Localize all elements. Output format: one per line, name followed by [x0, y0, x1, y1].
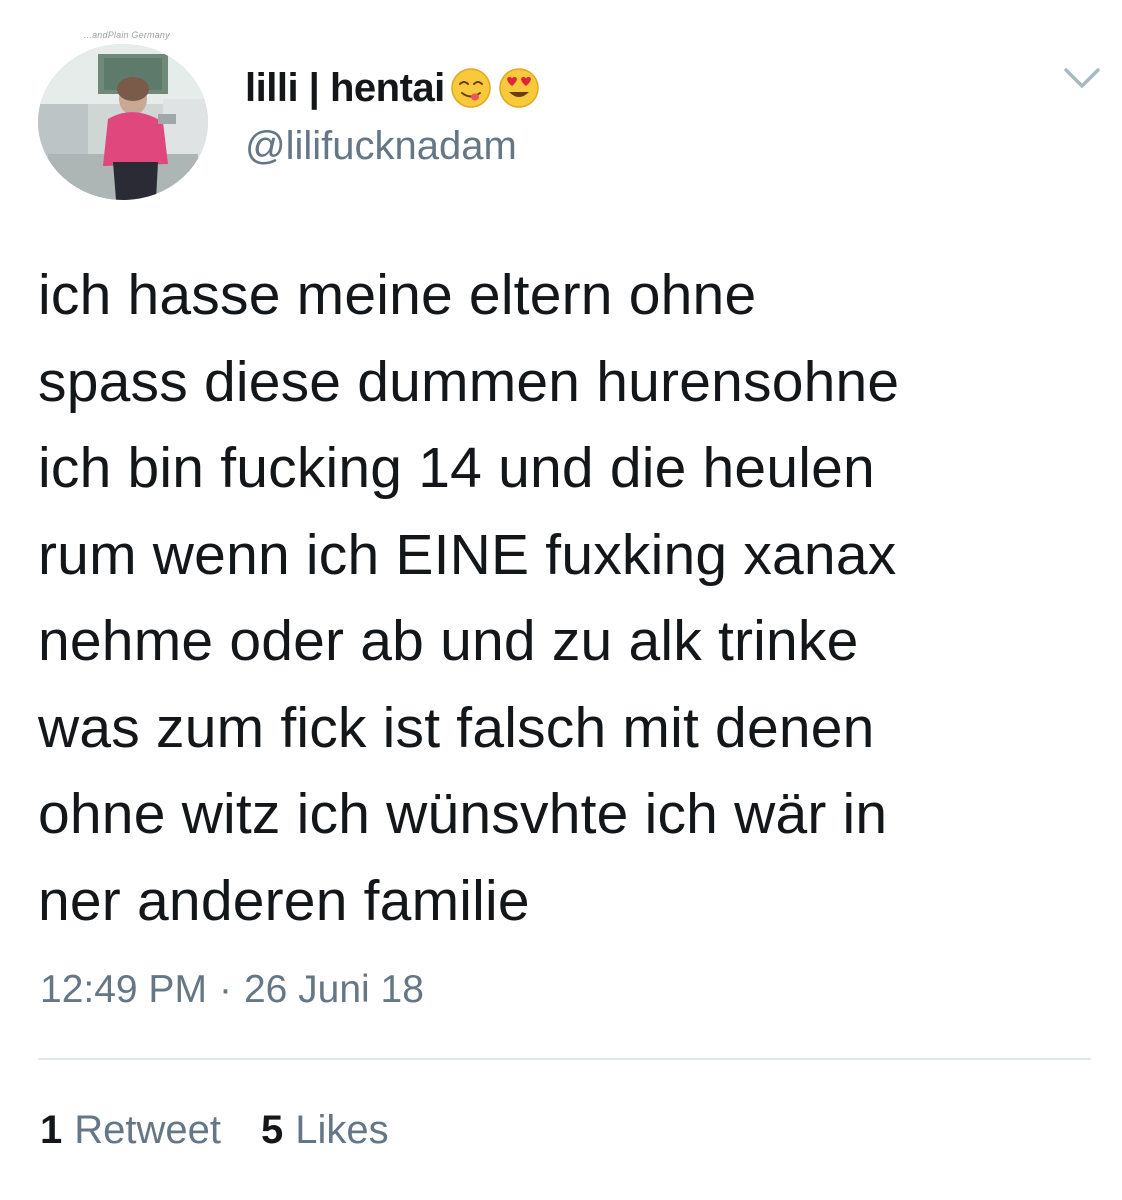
likes-label: Likes	[295, 1108, 389, 1152]
likes-count: 5	[261, 1108, 284, 1152]
retweets-label: Retweet	[74, 1108, 221, 1152]
avatar-photo	[38, 44, 208, 200]
tweet-stats: 1 Retweet 5 Likes	[40, 1108, 389, 1153]
tweet-text: ich hasse meine eltern ohne spass diese …	[38, 263, 900, 933]
user-handle[interactable]: @lilifucknadam	[245, 124, 517, 169]
retweets-stat[interactable]: 1 Retweet	[40, 1108, 221, 1153]
likes-stat[interactable]: 5 Likes	[261, 1108, 389, 1153]
display-name[interactable]: lilli | hentai	[245, 66, 445, 111]
chevron-down-icon[interactable]	[1060, 58, 1104, 98]
divider	[38, 1058, 1091, 1060]
avatar[interactable]	[38, 44, 208, 200]
tweet-time[interactable]: 12:49 PM	[40, 968, 207, 1012]
tweet-timestamp[interactable]: 12:49 PM · 26 Juni 18	[40, 968, 424, 1012]
avatar-watermark: ...andPlain Germany	[84, 30, 170, 40]
display-name-row[interactable]: lilli | hentai	[245, 64, 541, 112]
savoring-food-face-icon	[449, 66, 493, 110]
tweet-date[interactable]: 26 Juni 18	[244, 968, 424, 1012]
timestamp-separator: ·	[218, 968, 232, 1011]
heart-eyes-face-icon	[497, 66, 541, 110]
tweet-detail: ...andPlain Germany lilli | hentai @lili…	[0, 0, 1122, 1200]
retweets-count: 1	[40, 1108, 63, 1152]
